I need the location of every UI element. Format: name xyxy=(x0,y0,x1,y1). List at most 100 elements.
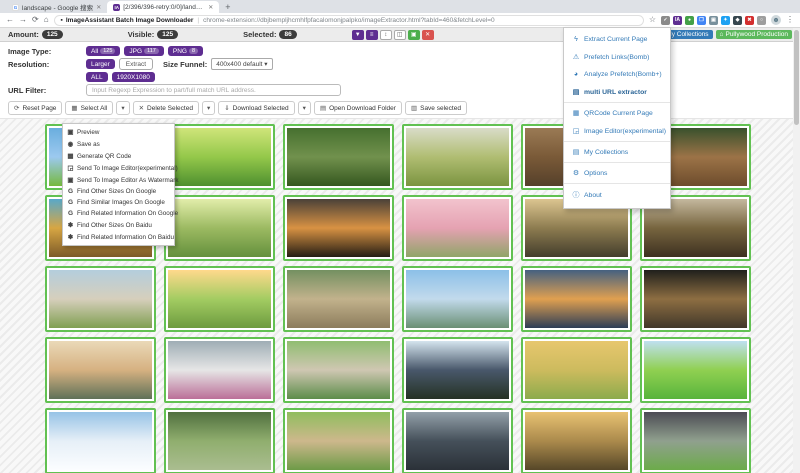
download-selected-button[interactable]: ⇓Download Selected xyxy=(218,101,294,115)
thumbnail-hillside-with-trees[interactable] xyxy=(164,195,275,261)
scrollbar-thumb[interactable] xyxy=(794,30,799,125)
show-selected-button[interactable]: ▣ xyxy=(408,30,420,40)
delete-selected-button-dropdown[interactable]: ▾ xyxy=(202,101,215,115)
thumbnail-night-garden-pergola[interactable] xyxy=(640,266,751,332)
gray-extension-icon[interactable]: ○ xyxy=(757,16,766,25)
thumbnail-sunset-lake-silhouettes[interactable] xyxy=(283,195,394,261)
open-download-folder-button[interactable]: ▤Open Download Folder xyxy=(314,101,402,115)
sort-order-button[interactable]: ↕ xyxy=(380,30,392,40)
context-menu-item[interactable]: ◲Send To Image Editor(experimental) xyxy=(63,162,174,174)
menu-item[interactable]: ⚙Options xyxy=(564,164,670,182)
new-tab-button[interactable]: + xyxy=(225,2,230,12)
menu-item[interactable]: ⓘAbout xyxy=(564,185,670,205)
thumbnail-bridge-into-sunrise[interactable] xyxy=(45,337,156,403)
context-menu-item[interactable]: ▦Generate QR Code xyxy=(63,150,174,162)
checkmark-extension-icon[interactable]: ✓ xyxy=(661,16,670,25)
thumbnail-aerial-green-valley[interactable] xyxy=(402,124,513,190)
download-selected-button-dropdown[interactable]: ▾ xyxy=(298,101,311,115)
filter-funnel-button[interactable]: ▼ xyxy=(352,30,364,40)
menu-item[interactable]: ◕Analyze Prefetch(Bomb+) xyxy=(564,66,670,83)
page-scrollbar[interactable] xyxy=(793,28,800,473)
thumbnail-mountain-lake-mirror[interactable] xyxy=(402,266,513,332)
browser-menu-icon[interactable]: ⋮ xyxy=(786,16,794,24)
thumbnail-aerial-forest-river[interactable] xyxy=(283,124,394,190)
thumbnail-waves-on-shore[interactable] xyxy=(45,266,156,332)
context-menu-item[interactable]: GFind Related Information On Google xyxy=(63,208,174,219)
thumbnail-flower-mountain-stream[interactable] xyxy=(164,337,275,403)
refresh-icon[interactable]: ⟳ xyxy=(32,16,39,24)
browser-tab[interactable]: IA[2/396/396-retry:0/0]/landsc...✕ xyxy=(107,1,219,13)
thumbnail-forest-paved-path[interactable] xyxy=(283,337,394,403)
green-dot-extension-icon[interactable]: ● xyxy=(685,16,694,25)
back-icon[interactable]: ← xyxy=(6,16,14,24)
select-all-button[interactable]: ▦Select All xyxy=(65,101,113,115)
thumbnail-mountain-silhouette[interactable] xyxy=(402,337,513,403)
menu-item[interactable]: ▤multi URL extractor xyxy=(564,83,670,101)
blue-copy-extension-icon[interactable]: ❐ xyxy=(697,16,706,25)
adblock-extension-icon[interactable]: ✖ xyxy=(745,16,754,25)
image-type-jpg-button[interactable]: JPG117 xyxy=(124,46,163,56)
thumbnail-stone-garden-steps[interactable] xyxy=(283,266,394,332)
thumbnail-pink-sunset-shore[interactable] xyxy=(402,195,513,261)
profile-avatar[interactable]: ☻ xyxy=(771,15,781,25)
remove-button[interactable]: ✕ xyxy=(422,30,434,40)
url-filter-input[interactable] xyxy=(86,84,341,96)
google-icon: G xyxy=(67,210,74,217)
thumbnail-dramatic-sunset-lake[interactable] xyxy=(521,266,632,332)
screenshot-extension-icon[interactable]: ▣ xyxy=(709,16,718,25)
size-funnel-select[interactable]: 400x400 default ▾ xyxy=(211,58,272,70)
context-menu-item[interactable]: GFind Similar Images On Google xyxy=(63,197,174,208)
google-icon: G xyxy=(67,188,74,195)
view-mode-button[interactable]: ◫ xyxy=(394,30,406,40)
browser-tab[interactable]: Glandscape - Google 搜索✕ xyxy=(6,1,107,13)
warning-icon: ⚠ xyxy=(572,53,580,61)
url-filter-label: URL Filter: xyxy=(0,86,86,95)
larger-button[interactable]: Larger xyxy=(86,59,115,69)
twitter-extension-icon[interactable]: ✦ xyxy=(721,16,730,25)
tab-close-icon[interactable]: ✕ xyxy=(208,4,213,11)
dark-extension-icon[interactable]: ◆ xyxy=(733,16,742,25)
context-menu-item[interactable]: ◉Save as xyxy=(63,138,174,150)
thumbnail-image xyxy=(49,341,152,399)
context-menu-item[interactable]: ▣Preview xyxy=(63,126,174,138)
image-assistant-extension-icon[interactable]: IA xyxy=(673,16,682,25)
image-type-png-button[interactable]: PNG8 xyxy=(168,46,203,56)
image-type-all-button[interactable]: All125 xyxy=(86,46,120,56)
resolution-all-button[interactable]: ALL xyxy=(86,72,108,82)
menu-item[interactable]: ▤My Collections xyxy=(564,143,670,161)
thumbnail-house-front-lawn[interactable] xyxy=(640,408,751,473)
context-menu-item[interactable]: GFind Other Sizes On Google xyxy=(63,186,174,197)
thumbnail-snowy-peaks[interactable] xyxy=(45,408,156,473)
lightning-icon: ϟ xyxy=(572,36,580,43)
thumbnail-green-meadow-hills[interactable] xyxy=(640,337,751,403)
menu-item[interactable]: ▦QRCode Current Page xyxy=(564,104,670,122)
thumbnail-canyon-waterfall[interactable] xyxy=(402,408,513,473)
thumbnail-golden-rolling-hills[interactable] xyxy=(521,337,632,403)
menu-item[interactable]: ϟExtract Current Page xyxy=(564,31,670,48)
bookmark-star-icon[interactable]: ☆ xyxy=(649,16,656,24)
reset-page-button[interactable]: ⟳Reset Page xyxy=(8,101,62,115)
url-field[interactable]: ▪ ImageAssistant Batch Image Downloader … xyxy=(54,15,644,26)
home-icon[interactable]: ⌂ xyxy=(44,16,49,24)
thumbnail-aerial-garden-rows[interactable] xyxy=(164,408,275,473)
select-all-button-dropdown[interactable]: ▾ xyxy=(116,101,129,115)
forward-icon[interactable]: → xyxy=(19,16,27,24)
save-selected-button[interactable]: ▥Save selected xyxy=(405,101,467,115)
resolution-label: Resolution: xyxy=(0,60,86,69)
menu-item[interactable]: ◲Image Editor(experimental) xyxy=(564,122,670,140)
menu-item[interactable]: ⚠Prefetch Links(Bomb) xyxy=(564,48,670,66)
resolution-1920x1080-button[interactable]: 1920X1080 xyxy=(112,72,155,82)
context-menu-item[interactable]: ▣Send To Image Editor As Watermark xyxy=(63,174,174,186)
context-menu-item[interactable]: ✽Find Other Sizes On Baidu xyxy=(63,219,174,231)
delete-selected-button[interactable]: ✕Delete Selected xyxy=(133,101,199,115)
thumbnail-golden-lake-bridge[interactable] xyxy=(521,408,632,473)
thumbnail-tree-in-sunny-field[interactable] xyxy=(164,124,275,190)
thumbnail-sunlit-garden-path[interactable] xyxy=(164,266,275,332)
tab-close-icon[interactable]: ✕ xyxy=(96,4,101,11)
production-button[interactable]: ⌂ Pullywood Production xyxy=(716,30,792,40)
extension-url-badge: ▪ ImageAssistant Batch Image Downloader xyxy=(61,17,194,24)
layout-list-button[interactable]: ≡ xyxy=(366,30,378,40)
context-menu-item[interactable]: ✽Find Related Information On Baidu xyxy=(63,231,174,243)
thumbnail-topiary-garden-walk[interactable] xyxy=(283,408,394,473)
extract-button[interactable]: Extract xyxy=(119,58,153,70)
